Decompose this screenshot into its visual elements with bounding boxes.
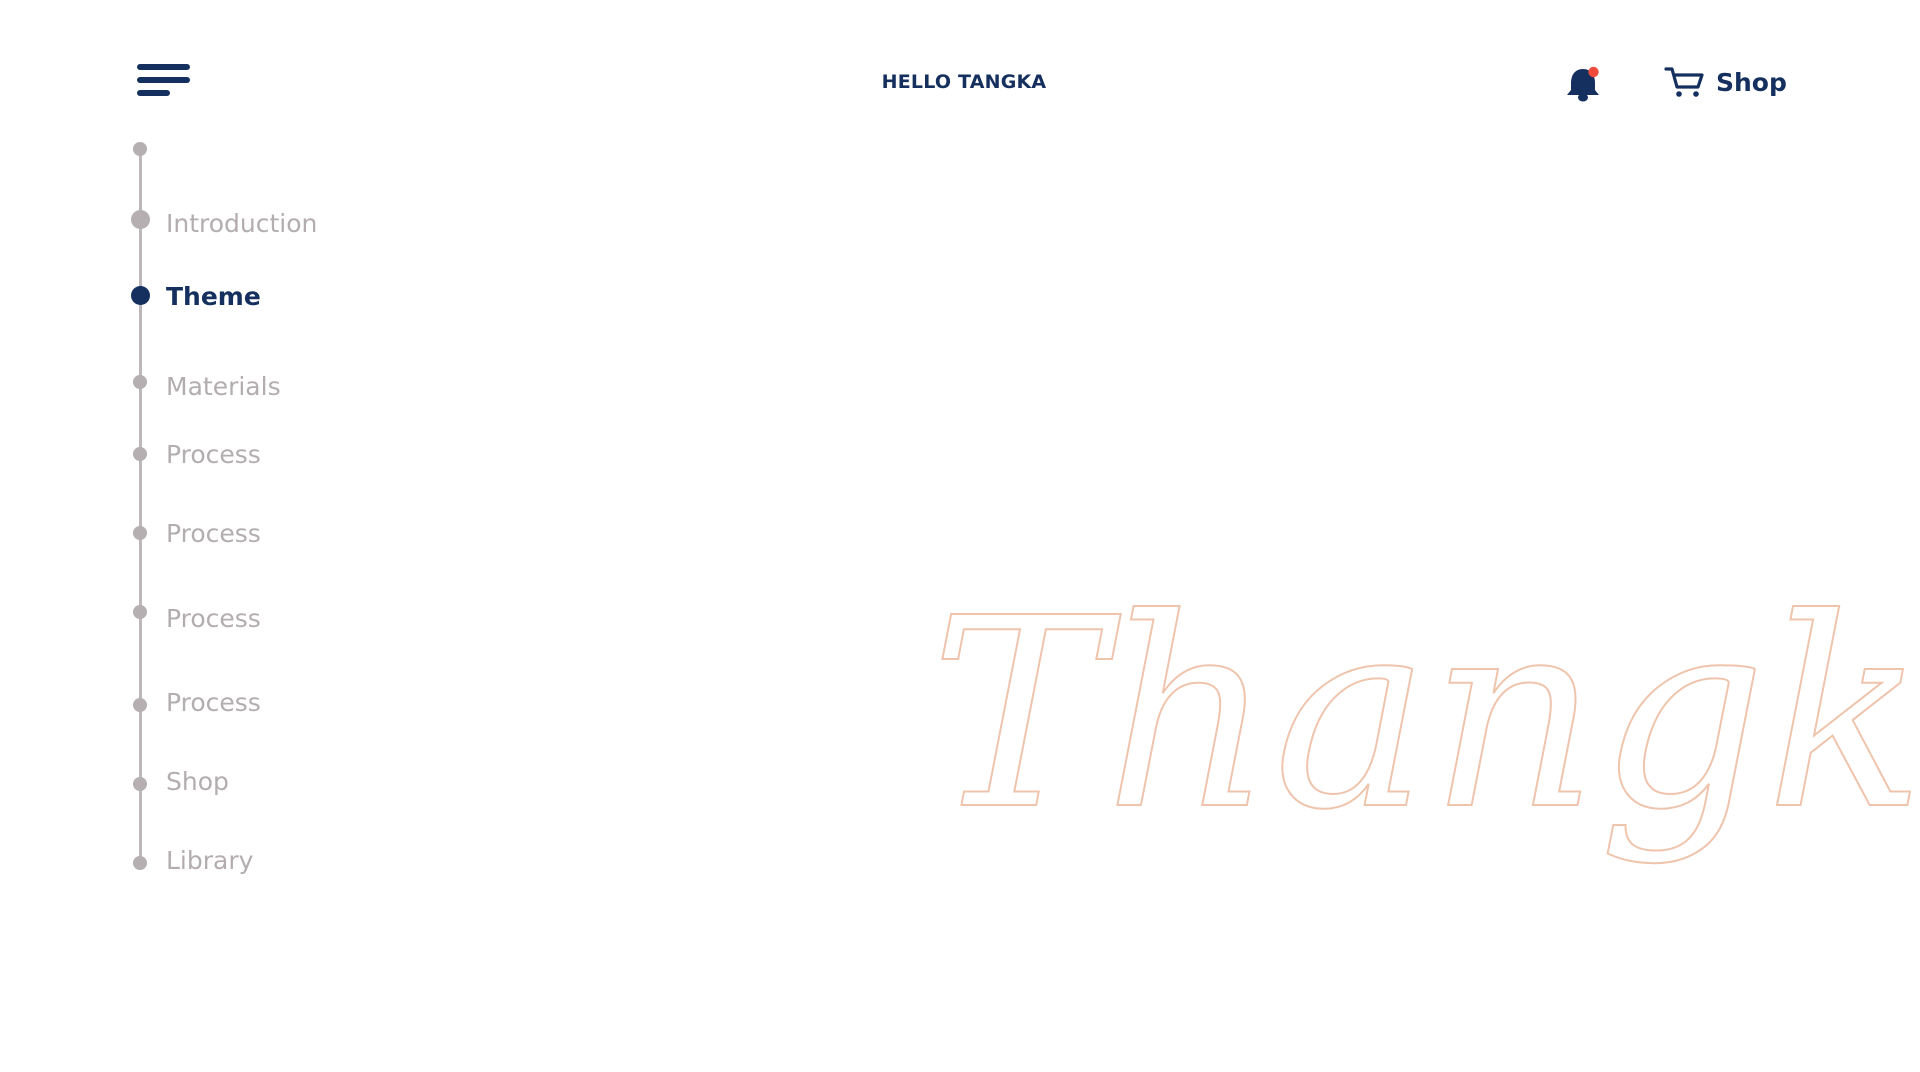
nav-item-shop[interactable]: Shop bbox=[0, 763, 420, 803]
nav-dot bbox=[133, 447, 147, 461]
nav-item-materials[interactable]: Materials bbox=[0, 367, 420, 407]
hero-outlined-word: Thangka bbox=[930, 560, 1920, 900]
nav-item-process[interactable]: Process bbox=[0, 515, 420, 555]
nav-dot bbox=[133, 856, 147, 870]
nav-dot bbox=[131, 210, 150, 229]
nav-item-label: Introduction bbox=[166, 209, 318, 238]
nav-item-label: Library bbox=[166, 846, 254, 875]
notifications-button[interactable] bbox=[1562, 62, 1606, 106]
nav-item-label: Materials bbox=[166, 372, 281, 401]
shop-link[interactable]: Shop bbox=[1664, 62, 1787, 102]
nav-item-process[interactable]: Process bbox=[0, 436, 420, 476]
section-timeline-nav: Introduction Theme Materials Process Pro… bbox=[0, 0, 420, 900]
shop-label: Shop bbox=[1716, 67, 1787, 97]
notification-dot bbox=[1588, 66, 1599, 78]
nav-item-process[interactable]: Process bbox=[0, 684, 420, 724]
nav-item-label: Process bbox=[166, 440, 261, 469]
nav-item-label: Process bbox=[166, 604, 261, 633]
hero-word-text: Thangka bbox=[930, 562, 1920, 867]
nav-item-label: Process bbox=[166, 688, 261, 717]
nav-dot bbox=[133, 375, 147, 389]
nav-item-process[interactable]: Process bbox=[0, 600, 420, 640]
nav-item-theme[interactable]: Theme bbox=[0, 277, 420, 317]
nav-dot bbox=[133, 698, 147, 712]
nav-item-library[interactable]: Library bbox=[0, 842, 420, 882]
nav-item-introduction[interactable]: Introduction bbox=[0, 202, 420, 242]
nav-item-label: Theme bbox=[166, 282, 261, 311]
bell-icon bbox=[1567, 66, 1599, 102]
cart-icon bbox=[1664, 67, 1704, 97]
timeline-line bbox=[139, 150, 142, 866]
nav-dot-active bbox=[131, 286, 150, 305]
nav-dot bbox=[133, 605, 147, 619]
nav-item-label: Shop bbox=[166, 767, 229, 796]
nav-dot bbox=[133, 526, 147, 540]
nav-dot bbox=[133, 777, 147, 791]
nav-item-label: Process bbox=[166, 519, 261, 548]
timeline-start-dot bbox=[133, 142, 147, 156]
